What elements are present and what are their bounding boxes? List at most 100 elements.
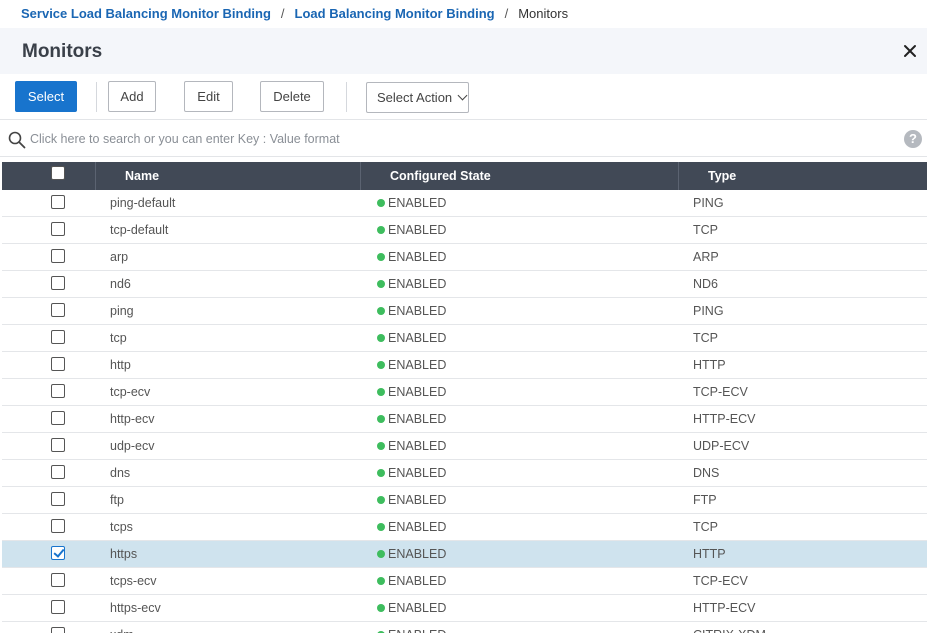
table-row[interactable]: ftp ENABLED FTP: [2, 487, 927, 514]
monitor-type: TCP: [693, 223, 718, 237]
monitor-type: CITRIX-XDM: [693, 622, 766, 633]
monitor-type: TCP: [693, 520, 718, 534]
table-header: Name Configured State Type: [2, 162, 927, 190]
monitor-name: https: [110, 547, 138, 561]
status-dot-icon: [377, 415, 385, 423]
delete-button[interactable]: Delete: [260, 81, 324, 112]
search-bar: ?: [0, 119, 927, 157]
monitor-name: udp-ecv: [110, 439, 155, 453]
table-row[interactable]: tcps-ecv ENABLED TCP-ECV: [2, 568, 927, 595]
row-checkbox-cell: [2, 298, 95, 324]
status-dot-icon: [377, 361, 385, 369]
row-checkbox[interactable]: [51, 438, 65, 452]
edit-button[interactable]: Edit: [184, 81, 233, 112]
configured-state-label: ENABLED: [388, 493, 447, 507]
row-checkbox[interactable]: [51, 249, 65, 263]
status-dot-icon: [377, 253, 385, 261]
table-row[interactable]: xdm ENABLED CITRIX-XDM: [2, 622, 927, 633]
select-action-dropdown[interactable]: Select Action: [366, 82, 469, 113]
row-checkbox-cell: [2, 433, 95, 459]
monitor-name: http-ecv: [110, 412, 155, 426]
row-checkbox[interactable]: [51, 546, 65, 560]
configured-state-label: ENABLED: [388, 439, 447, 453]
row-checkbox-cell: [2, 595, 95, 621]
monitor-name: nd6: [110, 277, 131, 291]
select-all-checkbox[interactable]: [51, 166, 65, 180]
table-row[interactable]: http-ecv ENABLED HTTP-ECV: [2, 406, 927, 433]
select-button[interactable]: Select: [15, 81, 77, 112]
table-row[interactable]: http ENABLED HTTP: [2, 352, 927, 379]
configured-state: ENABLED: [377, 487, 446, 513]
column-header-name[interactable]: Name: [95, 162, 360, 190]
monitor-type: ND6: [693, 277, 719, 291]
add-button[interactable]: Add: [108, 81, 156, 112]
row-checkbox[interactable]: [51, 573, 65, 587]
table-row[interactable]: dns ENABLED DNS: [2, 460, 927, 487]
configured-state-label: ENABLED: [388, 358, 447, 372]
row-checkbox[interactable]: [51, 384, 65, 398]
monitor-type: TCP: [693, 331, 718, 345]
monitor-name: tcps-ecv: [110, 574, 157, 588]
breadcrumb-link-lb-monitor-binding[interactable]: Load Balancing Monitor Binding: [295, 6, 495, 21]
row-checkbox[interactable]: [51, 627, 65, 633]
row-checkbox[interactable]: [51, 330, 65, 344]
configured-state: ENABLED: [377, 433, 446, 459]
table-row[interactable]: ping ENABLED PING: [2, 298, 927, 325]
status-dot-icon: [377, 604, 385, 612]
monitor-name: dns: [110, 466, 131, 480]
configured-state-label: ENABLED: [388, 466, 447, 480]
row-checkbox[interactable]: [51, 276, 65, 290]
toolbar-divider: [346, 82, 347, 112]
table-row[interactable]: nd6 ENABLED ND6: [2, 271, 927, 298]
search-input[interactable]: [30, 128, 870, 150]
row-checkbox-cell: [2, 622, 95, 633]
table-row[interactable]: arp ENABLED ARP: [2, 244, 927, 271]
row-checkbox[interactable]: [51, 303, 65, 317]
row-checkbox[interactable]: [51, 357, 65, 371]
configured-state: ENABLED: [377, 568, 446, 594]
row-checkbox[interactable]: [51, 411, 65, 425]
status-dot-icon: [377, 280, 385, 288]
breadcrumb-separator: /: [280, 6, 285, 21]
breadcrumb-link-service-lb-monitor-binding[interactable]: Service Load Balancing Monitor Binding: [21, 6, 271, 21]
configured-state-label: ENABLED: [388, 547, 447, 561]
column-header-type[interactable]: Type: [678, 162, 927, 190]
toolbar-divider: [96, 82, 97, 112]
help-icon[interactable]: ?: [904, 130, 922, 148]
configured-state: ENABLED: [377, 244, 446, 270]
table-row[interactable]: https ENABLED HTTP: [2, 541, 927, 568]
table-row[interactable]: ping-default ENABLED PING: [2, 190, 927, 217]
monitor-name: tcp-default: [110, 223, 169, 237]
monitor-name: https-ecv: [110, 601, 161, 615]
configured-state-label: ENABLED: [388, 412, 447, 426]
table-row[interactable]: tcps ENABLED TCP: [2, 514, 927, 541]
status-dot-icon: [377, 523, 385, 531]
row-checkbox[interactable]: [51, 519, 65, 533]
table-row[interactable]: udp-ecv ENABLED UDP-ECV: [2, 433, 927, 460]
table-row[interactable]: https-ecv ENABLED HTTP-ECV: [2, 595, 927, 622]
monitor-type: UDP-ECV: [693, 439, 750, 453]
configured-state-label: ENABLED: [388, 601, 447, 615]
row-checkbox-cell: [2, 271, 95, 297]
row-checkbox[interactable]: [51, 492, 65, 506]
status-dot-icon: [377, 226, 385, 234]
close-icon[interactable]: [902, 43, 918, 59]
row-checkbox[interactable]: [51, 600, 65, 614]
monitor-name: tcps: [110, 520, 133, 534]
configured-state: ENABLED: [377, 514, 446, 540]
row-checkbox[interactable]: [51, 222, 65, 236]
configured-state: ENABLED: [377, 271, 446, 297]
monitor-name: http: [110, 358, 131, 372]
configured-state-label: ENABLED: [388, 304, 447, 318]
row-checkbox[interactable]: [51, 195, 65, 209]
status-dot-icon: [377, 550, 385, 558]
table-row[interactable]: tcp-default ENABLED TCP: [2, 217, 927, 244]
configured-state-label: ENABLED: [388, 520, 447, 534]
table-row[interactable]: tcp-ecv ENABLED TCP-ECV: [2, 379, 927, 406]
table-row[interactable]: tcp ENABLED TCP: [2, 325, 927, 352]
monitor-type: DNS: [693, 466, 720, 480]
row-checkbox[interactable]: [51, 465, 65, 479]
column-header-configured-state[interactable]: Configured State: [360, 162, 678, 190]
row-checkbox-cell: [2, 460, 95, 486]
monitor-name: ping-default: [110, 196, 176, 210]
